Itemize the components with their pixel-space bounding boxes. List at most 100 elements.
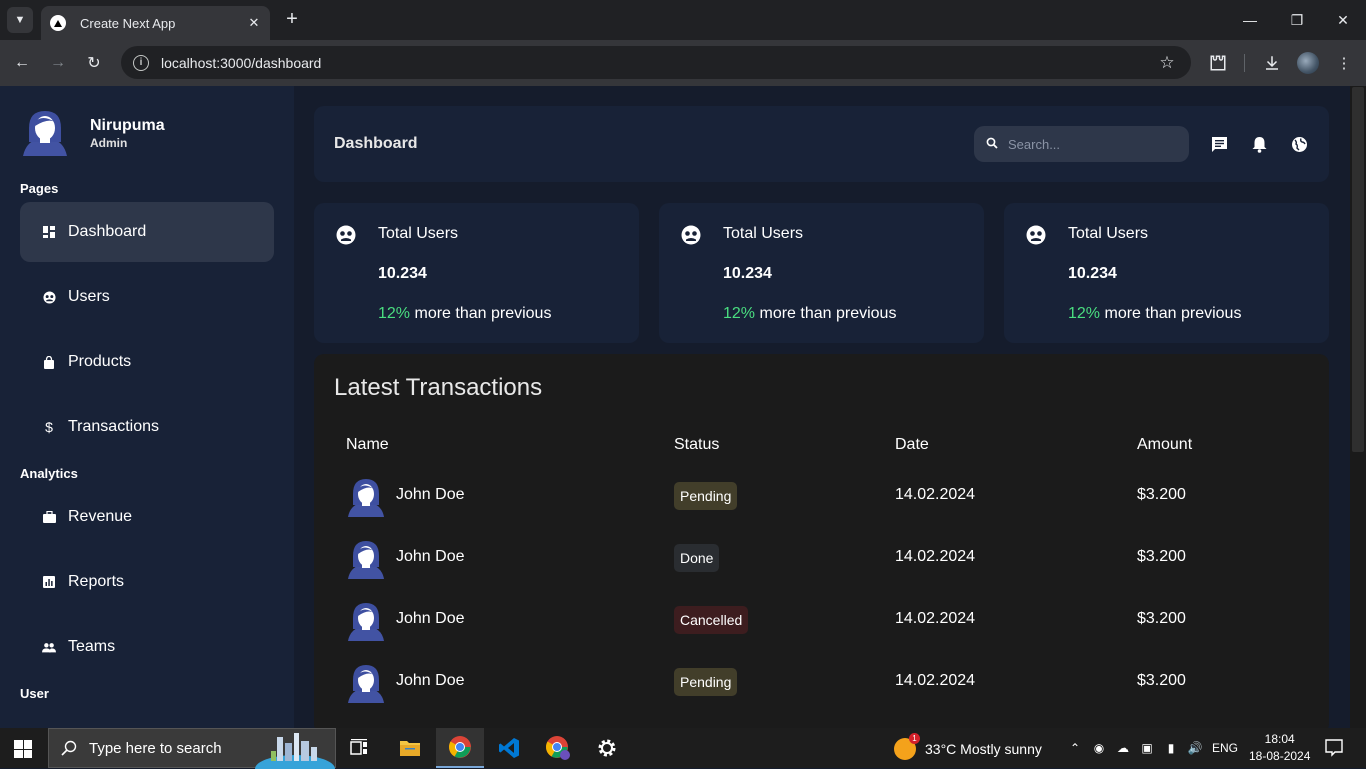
site-info-icon[interactable]: i: [133, 54, 149, 71]
sidebar-item-transactions[interactable]: $ Transactions: [20, 397, 274, 457]
battery-icon[interactable]: ▮: [1163, 740, 1179, 756]
settings-gear-icon[interactable]: [583, 728, 631, 768]
browser-tab[interactable]: Create Next App ✕: [41, 6, 270, 40]
address-bar[interactable]: i localhost:3000/dashboard ☆: [121, 46, 1191, 79]
sun-cloud-icon: 1: [894, 733, 920, 760]
chevron-up-icon[interactable]: ⌃: [1067, 740, 1083, 756]
card-percent: 12%: [378, 305, 411, 322]
row-amount: $3.200: [1137, 486, 1186, 503]
chrome-profile-icon[interactable]: [534, 728, 582, 768]
card-detail: 12% more than previous: [378, 305, 551, 323]
row-name: John Doe: [396, 610, 465, 627]
tab-search-button[interactable]: ▼: [7, 7, 33, 33]
sidebar-item-reports[interactable]: Reports: [20, 552, 274, 612]
new-tab-button[interactable]: +: [281, 8, 303, 30]
browser-tab-bar: ▼ Create Next App ✕ + — ❐ ✕: [0, 0, 1366, 40]
search-icon: [61, 740, 77, 756]
windows-start-icon[interactable]: [14, 740, 32, 758]
table-row[interactable]: John Doe Done 14.02.2024 $3.200: [346, 536, 1306, 582]
volume-icon[interactable]: 🔊: [1187, 740, 1203, 756]
taskbar-search[interactable]: Type here to search: [48, 728, 336, 769]
minimize-button[interactable]: —: [1238, 8, 1262, 32]
tab-close-button[interactable]: ✕: [244, 13, 264, 33]
card-detail-text: more than previous: [1104, 305, 1242, 322]
stat-card: Total Users 10.234 12% more than previou…: [314, 203, 639, 343]
row-date: 14.02.2024: [895, 486, 976, 503]
table-row[interactable]: John Doe Pending 14.02.2024 $3.200: [346, 660, 1306, 706]
sidebar-item-users[interactable]: Users: [20, 267, 274, 327]
row-name: John Doe: [396, 486, 465, 503]
reload-button[interactable]: ↻: [82, 51, 106, 75]
extensions-icon[interactable]: [1206, 51, 1230, 75]
card-number: 10.234: [378, 265, 427, 282]
display-icon[interactable]: ▣: [1139, 740, 1155, 756]
clock-time: 18:04: [1264, 732, 1295, 746]
column-header-name: Name: [346, 436, 389, 453]
messages-icon[interactable]: [1208, 133, 1230, 155]
tab-title: Create Next App: [80, 15, 176, 31]
sidebar-item-products[interactable]: Products: [20, 332, 274, 392]
table-row[interactable]: John Doe Pending 14.02.2024 $3.200: [346, 474, 1306, 520]
analytics-icon: [42, 575, 56, 589]
vscode-icon[interactable]: [485, 728, 533, 768]
scrollbar-thumb[interactable]: [1352, 87, 1364, 452]
task-view-icon[interactable]: [336, 728, 384, 768]
column-header-amount: Amount: [1137, 436, 1193, 453]
transactions-panel: Latest Transactions Name Status Date Amo…: [314, 354, 1329, 734]
card-percent: 12%: [723, 305, 756, 322]
cloud-sync-icon[interactable]: ☁: [1115, 740, 1131, 756]
forward-button[interactable]: →: [46, 51, 70, 75]
browser-toolbar: ← → ↻ i localhost:3000/dashboard ☆ ⋮: [0, 40, 1366, 86]
close-window-button[interactable]: ✕: [1331, 8, 1355, 32]
notification-center-icon[interactable]: [1325, 739, 1343, 757]
taskbar-search-text: Type here to search: [89, 739, 222, 757]
card-number: 10.234: [1068, 265, 1117, 282]
card-detail: 12% more than previous: [1068, 305, 1241, 323]
table-row[interactable]: John Doe Cancelled 14.02.2024 $3.200: [346, 598, 1306, 644]
back-button[interactable]: ←: [10, 51, 34, 75]
globe-icon[interactable]: [1288, 133, 1310, 155]
url-text[interactable]: localhost:3000/dashboard: [161, 55, 1157, 71]
sidebar-item-label: Revenue: [68, 508, 133, 525]
bookmark-star-icon[interactable]: ☆: [1157, 53, 1177, 73]
user-avatar: [23, 111, 67, 156]
chevron-down-icon: ▼: [14, 14, 26, 26]
search-input[interactable]: [1008, 136, 1168, 152]
weather-widget[interactable]: 1 33°C Mostly sunny: [894, 733, 1042, 760]
top-navbar: Dashboard: [314, 106, 1329, 182]
search-box[interactable]: [974, 126, 1189, 162]
sidebar: Nirupuma Admin Pages Dashboard Users Pro…: [0, 86, 294, 728]
user-profile: [20, 106, 70, 156]
stat-card: Total Users 10.234 12% more than previou…: [1004, 203, 1329, 343]
chrome-taskbar-icon[interactable]: [436, 728, 484, 768]
sidebar-item-revenue[interactable]: Revenue: [20, 487, 274, 547]
toolbar-divider: [1244, 54, 1245, 72]
row-amount: $3.200: [1137, 548, 1186, 565]
sidebar-item-dashboard[interactable]: Dashboard: [20, 202, 274, 262]
row-date: 14.02.2024: [895, 610, 976, 627]
sidebar-item-teams[interactable]: Teams: [20, 617, 274, 677]
sidebar-item-label: Dashboard: [68, 223, 147, 240]
card-detail-text: more than previous: [414, 305, 552, 322]
profile-avatar[interactable]: [1297, 52, 1319, 74]
status-badge: Done: [674, 544, 720, 572]
column-header-date: Date: [895, 436, 929, 453]
file-explorer-icon[interactable]: [386, 728, 434, 768]
language-indicator[interactable]: ENG: [1212, 741, 1238, 755]
clock-date: 18-08-2024: [1249, 749, 1311, 763]
nextjs-favicon-icon: [50, 15, 66, 31]
user-name: Nirupuma: [90, 117, 165, 134]
section-title-user: User: [20, 686, 49, 701]
notifications-icon[interactable]: [1248, 133, 1270, 155]
shopping-bag-icon: [42, 355, 56, 369]
section-title-analytics: Analytics: [20, 466, 78, 481]
row-date: 14.02.2024: [895, 672, 976, 689]
row-amount: $3.200: [1137, 610, 1186, 627]
system-clock[interactable]: 18:04 18-08-2024: [1249, 731, 1310, 765]
webcam-icon[interactable]: ◉: [1091, 740, 1107, 756]
download-icon[interactable]: [1260, 51, 1284, 75]
users-icon: [681, 225, 701, 245]
sidebar-item-label: Products: [68, 353, 132, 370]
restore-button[interactable]: ❐: [1285, 8, 1309, 32]
browser-menu-icon[interactable]: ⋮: [1332, 51, 1356, 75]
